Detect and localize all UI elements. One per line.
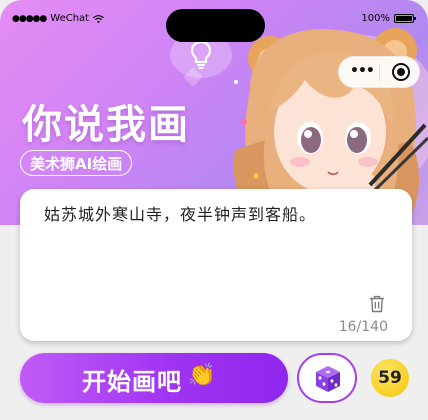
battery-percent: 100% (361, 13, 390, 24)
miniprogram-capsule: ••• (338, 56, 420, 88)
banner-title: 你说我画 (22, 102, 190, 148)
wifi-icon (93, 14, 105, 23)
battery-icon (394, 14, 416, 23)
clapping-hands-icon: 👏 (188, 363, 216, 388)
trash-icon[interactable] (369, 295, 385, 313)
target-close-icon[interactable] (392, 63, 410, 81)
capsule-divider (379, 65, 380, 81)
prompt-card[interactable]: 姑苏城外寒山寺，夜半钟声到客船。 16/140 (20, 189, 412, 341)
dice-icon (316, 366, 340, 392)
start-drawing-button[interactable]: 开始画吧 👏 (20, 353, 288, 403)
char-counter: 16/140 (338, 319, 388, 335)
carrier-name: WeChat (50, 13, 90, 24)
start-drawing-label: 开始画吧 (82, 368, 182, 396)
phone-notch (166, 9, 265, 42)
coin-balance: 59 (371, 359, 409, 397)
random-prompt-button[interactable] (297, 353, 357, 403)
status-bar-right: 100% (361, 13, 416, 24)
lightbulb-icon (190, 40, 212, 69)
prompt-text[interactable]: 姑苏城外寒山寺，夜半钟声到客船。 (44, 203, 392, 227)
more-dots-icon[interactable]: ••• (350, 63, 375, 79)
phone-screen: ●●●●● WeChat 100% ••• 你说我画 美术狮AI绘画 姑苏城外寒… (0, 0, 428, 420)
signal-icon: ●●●●● (12, 13, 47, 24)
status-bar-left: ●●●●● WeChat (12, 13, 105, 24)
banner-subtitle: 美术狮AI绘画 (20, 150, 133, 176)
